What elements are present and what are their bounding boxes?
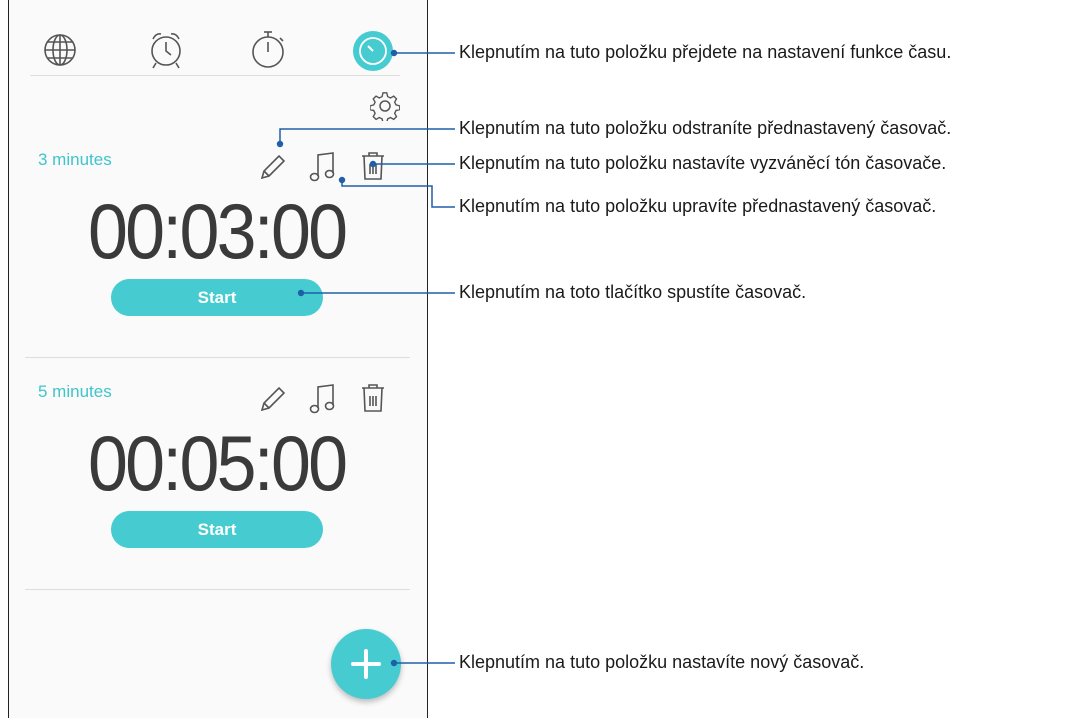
callout-ringtone: Klepnutím na tuto položku nastavíte vyzv… bbox=[459, 153, 947, 173]
callout-new-timer: Klepnutím na tuto položku nastavíte nový… bbox=[459, 652, 865, 672]
callout-lines bbox=[276, 49, 455, 667]
callout-timer-settings: Klepnutím na tuto položku přejdete na na… bbox=[459, 42, 952, 62]
callout-delete-preset: Klepnutím na tuto položku odstraníte pře… bbox=[459, 118, 952, 138]
callout-edit-preset: Klepnutím na tuto položku upravíte předn… bbox=[459, 196, 937, 216]
callout-start: Klepnutím na toto tlačítko spustíte časo… bbox=[459, 282, 807, 302]
